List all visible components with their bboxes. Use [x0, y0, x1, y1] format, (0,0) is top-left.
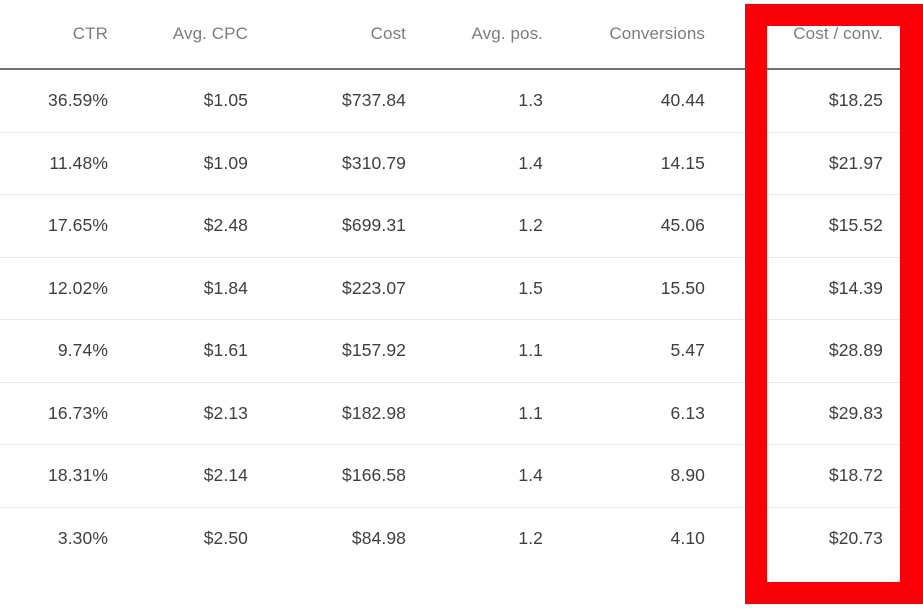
table-row[interactable]: 36.59% $1.05 $737.84 1.3 40.44 $18.25	[0, 69, 923, 133]
header-row: CTR Avg. CPC Cost Avg. pos. Conversions …	[0, 0, 923, 70]
cell-cost: $310.79	[288, 132, 446, 195]
cell-ctr: 12.02%	[0, 257, 148, 320]
table-row[interactable]: 3.30% $2.50 $84.98 1.2 4.10 $20.73	[0, 507, 923, 569]
table-row[interactable]: 18.31% $2.14 $166.58 1.4 8.90 $18.72	[0, 444, 923, 508]
cell-cost_conv: $18.72	[745, 444, 923, 508]
table-row[interactable]: 11.48% $1.09 $310.79 1.4 14.15 $21.97	[0, 132, 923, 195]
cell-ctr: 16.73%	[0, 382, 148, 445]
column-header-ctr[interactable]: CTR	[0, 0, 148, 70]
cell-avg_cpc: $1.09	[148, 132, 288, 195]
cell-avg_pos: 1.3	[446, 69, 583, 133]
cell-conversions: 40.44	[583, 69, 745, 133]
cell-cost: $157.92	[288, 319, 446, 383]
cell-avg_cpc: $2.48	[148, 194, 288, 258]
cell-cost_conv: $21.97	[745, 132, 923, 195]
cell-conversions: 45.06	[583, 194, 745, 258]
cell-conversions: 14.15	[583, 132, 745, 195]
cell-cost_conv: $18.25	[745, 69, 923, 133]
column-header-conversions[interactable]: Conversions	[583, 0, 745, 70]
cell-cost_conv: $15.52	[745, 194, 923, 258]
cell-cost: $223.07	[288, 257, 446, 320]
table-header: CTR Avg. CPC Cost Avg. pos. Conversions …	[0, 0, 923, 70]
cell-avg_pos: 1.5	[446, 257, 583, 320]
cell-avg_cpc: $1.61	[148, 319, 288, 383]
table-row[interactable]: 16.73% $2.13 $182.98 1.1 6.13 $29.83	[0, 382, 923, 445]
cell-conversions: 8.90	[583, 444, 745, 508]
column-header-cost[interactable]: Cost	[288, 0, 446, 70]
cell-conversions: 15.50	[583, 257, 745, 320]
cell-avg_pos: 1.1	[446, 319, 583, 383]
cell-conversions: 5.47	[583, 319, 745, 383]
cell-cost: $182.98	[288, 382, 446, 445]
table-row[interactable]: 17.65% $2.48 $699.31 1.2 45.06 $15.52	[0, 194, 923, 258]
cell-avg_cpc: $2.50	[203, 527, 248, 548]
cell-avg_pos: 1.1	[446, 382, 583, 445]
cell-ctr: 36.59%	[0, 69, 148, 133]
cell-ctr: 11.48%	[0, 132, 148, 195]
cell-avg_cpc: $2.13	[148, 382, 288, 445]
cell-avg_pos: 1.2	[446, 194, 583, 258]
table-body: 36.59% $1.05 $737.84 1.3 40.44 $18.25 11.48% $1…	[0, 69, 923, 569]
cell-avg_cpc: $1.05	[148, 69, 288, 133]
column-header-cost-per-conv[interactable]: Cost / conv.	[745, 0, 923, 70]
cell-avg_pos: 1.4	[446, 444, 583, 508]
cell-ctr: 17.65%	[0, 194, 148, 258]
cell-cost_conv: $20.73	[828, 527, 883, 548]
table-row[interactable]: 9.74% $1.61 $157.92 1.1 5.47 $28.89	[0, 319, 923, 383]
cell-ctr: 18.31%	[0, 444, 148, 508]
cell-cost: $699.31	[288, 194, 446, 258]
column-header-avg-cpc[interactable]: Avg. CPC	[148, 0, 288, 70]
cell-avg_cpc: $2.14	[148, 444, 288, 508]
cell-ctr: 9.74%	[0, 319, 148, 383]
cell-avg_pos: 1.2	[518, 527, 543, 548]
cell-ctr: 3.30%	[57, 527, 108, 548]
cell-cost: $737.84	[288, 69, 446, 133]
metrics-report: CTR Avg. CPC Cost Avg. pos. Conversions …	[0, 0, 923, 614]
cell-conversions: 6.13	[583, 382, 745, 445]
cell-cost_conv: $28.89	[745, 319, 923, 383]
cell-cost_conv: $29.83	[745, 382, 923, 445]
cell-avg_pos: 1.4	[446, 132, 583, 195]
column-header-avg-pos[interactable]: Avg. pos.	[446, 0, 583, 70]
cell-cost: $84.98	[351, 527, 406, 548]
cell-avg_cpc: $1.84	[148, 257, 288, 320]
metrics-table: CTR Avg. CPC Cost Avg. pos. Conversions …	[0, 0, 923, 569]
table-row[interactable]: 12.02% $1.84 $223.07 1.5 15.50 $14.39	[0, 257, 923, 320]
cell-cost: $166.58	[288, 444, 446, 508]
cell-cost_conv: $14.39	[745, 257, 923, 320]
cell-conversions: 4.10	[670, 527, 705, 548]
